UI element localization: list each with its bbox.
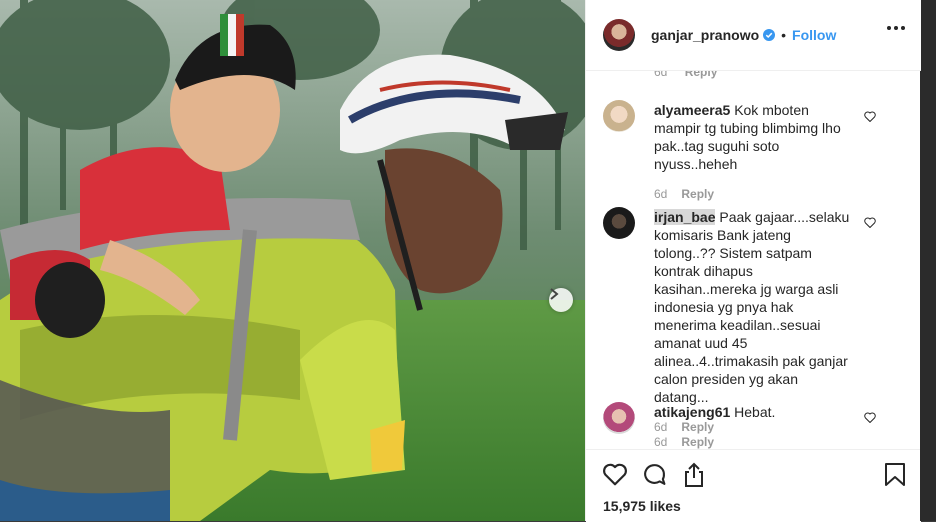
comment-body: atikajeng61 Hebat. 6d Reply [654, 403, 854, 449]
commenter-username[interactable]: irjan_bae [654, 209, 716, 225]
comments-list[interactable]: 6d Reply alyameera5 Kok mboten mampir tg… [586, 71, 921, 449]
post-photo [0, 0, 585, 521]
commenter-username[interactable]: atikajeng61 [654, 404, 730, 420]
comment-body: alyameera5 Kok mboten mampir tg tubing b… [654, 101, 854, 203]
reply-button[interactable]: Reply [681, 187, 714, 201]
reply-button[interactable]: Reply [685, 71, 718, 79]
comment-text: Paak gajaar....selaku komisaris Bank jat… [654, 209, 850, 405]
chevron-right-icon [550, 288, 559, 300]
comment-meta: 6d Reply [654, 185, 854, 203]
bookmark-icon[interactable] [884, 462, 906, 487]
separator-dot: • [781, 27, 787, 43]
author-avatar[interactable] [603, 19, 635, 51]
comment-like-heart-icon[interactable] [864, 412, 876, 423]
likes-count[interactable]: 15,975 likes [603, 498, 681, 514]
photo-illustration [0, 0, 585, 521]
post-side-panel: ganjar_pranowo • Follow 6d Reply alyamee… [585, 0, 921, 522]
comment-meta: 6d Reply [654, 433, 854, 449]
comment-time: 6d [654, 187, 668, 201]
comment-text: Hebat. [734, 404, 776, 420]
verified-badge-icon [763, 29, 776, 41]
comment-time: 6d [654, 71, 668, 79]
comment-like-heart-icon[interactable] [864, 111, 876, 122]
comment-like-heart-icon[interactable] [864, 217, 876, 228]
author-username[interactable]: ganjar_pranowo [651, 27, 759, 43]
comment-body: irjan_bae Paak gajaar....selaku komisari… [654, 208, 854, 436]
background-strip [920, 0, 936, 521]
heart-icon[interactable] [602, 462, 628, 486]
commenter-username[interactable]: alyameera5 [654, 102, 730, 118]
commenter-avatar[interactable] [603, 100, 635, 132]
comment-time: 6d [654, 435, 668, 449]
previous-comment-meta: 6d Reply [654, 71, 717, 79]
commenter-avatar[interactable] [603, 402, 635, 434]
comment-bubble-icon[interactable] [642, 462, 667, 487]
follow-button[interactable]: Follow [792, 27, 836, 43]
post-actions-bar: 15,975 likes [586, 449, 921, 522]
commenter-avatar[interactable] [603, 207, 635, 239]
next-photo-button[interactable] [549, 288, 573, 312]
share-icon[interactable] [682, 462, 706, 488]
post-header: ganjar_pranowo • Follow [586, 0, 921, 71]
more-options-icon[interactable] [887, 26, 905, 30]
reply-button[interactable]: Reply [681, 435, 714, 449]
